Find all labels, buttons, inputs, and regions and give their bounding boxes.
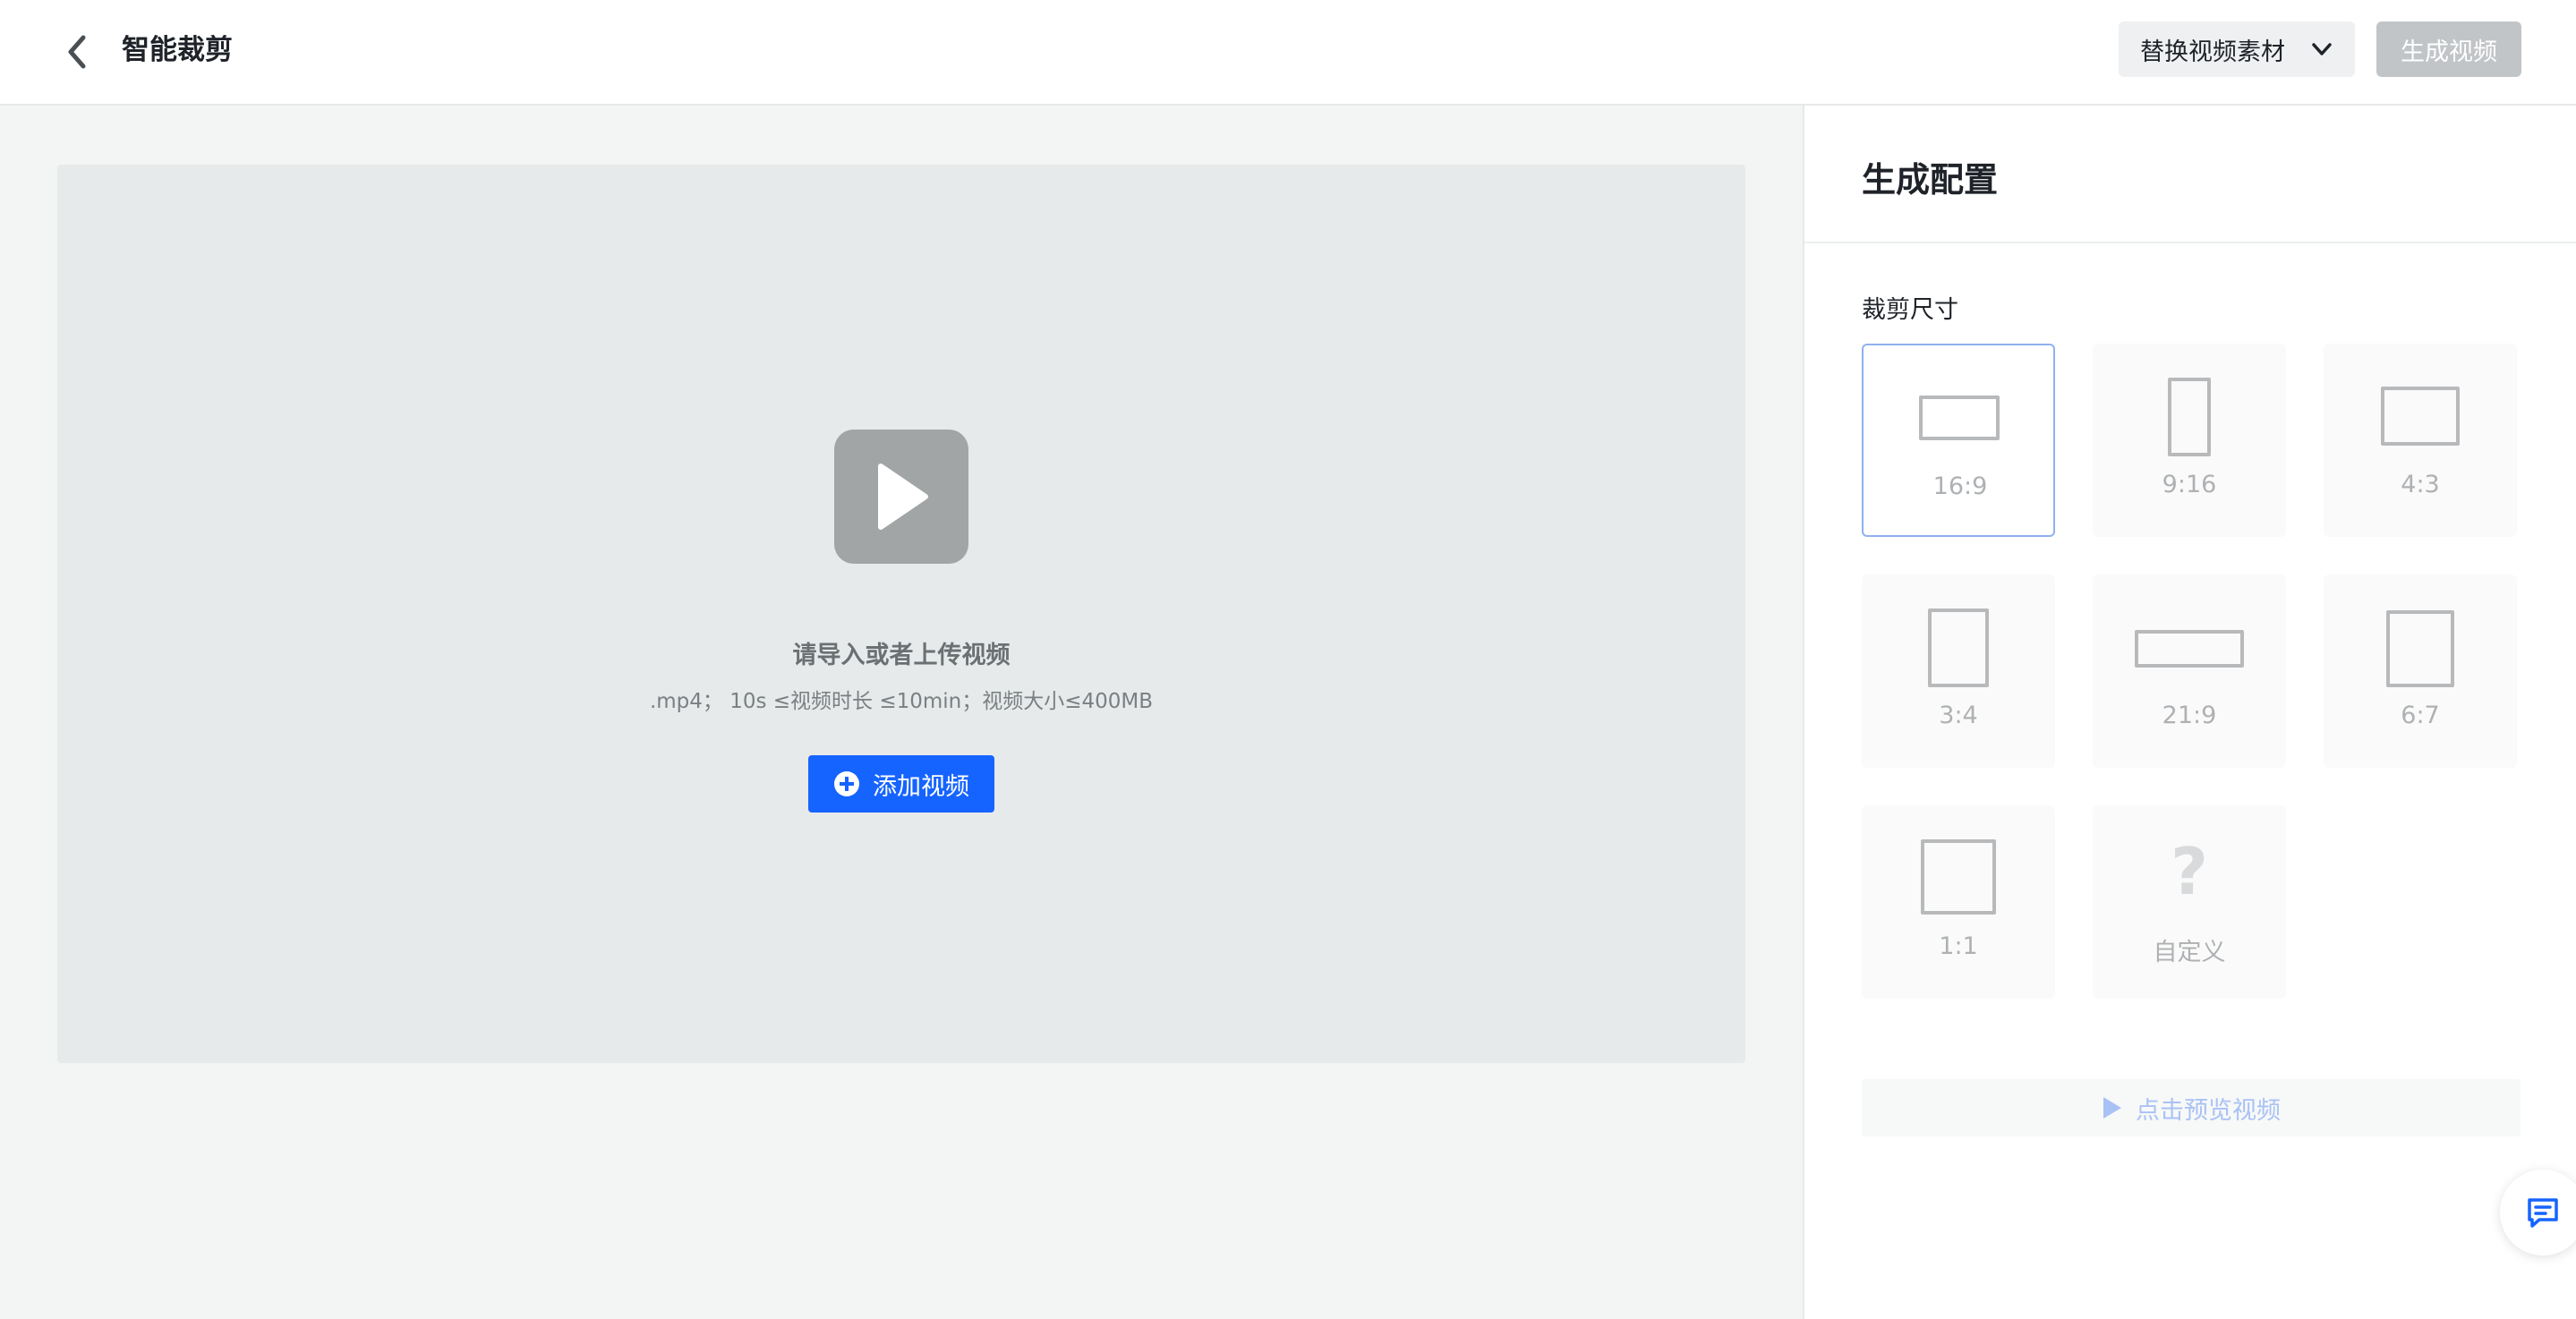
ratio-option-3-4[interactable]: 3:4 xyxy=(1862,574,2055,768)
video-placeholder xyxy=(834,430,968,564)
play-icon xyxy=(878,464,928,530)
add-video-button[interactable]: 添加视频 xyxy=(808,755,994,813)
config-panel-title: 生成配置 xyxy=(1862,160,1999,200)
ratio-9-16-shape-icon xyxy=(2168,378,2211,456)
ratio-option-1-1[interactable]: 1:1 xyxy=(1862,805,2055,999)
upload-prompt-title: 请导入或者上传视频 xyxy=(792,642,1011,669)
replace-material-dropdown[interactable]: 替换视频素材 xyxy=(2119,21,2355,77)
chevron-down-icon xyxy=(2312,43,2332,55)
question-icon: ? xyxy=(2171,834,2208,909)
plus-circle-icon xyxy=(834,771,859,796)
ratio-label: 9:16 xyxy=(2162,471,2217,498)
ratio-option-9-16[interactable]: 9:16 xyxy=(2093,344,2286,537)
ratio-option-16-9[interactable]: 16:9 xyxy=(1862,344,2055,537)
feedback-button[interactable] xyxy=(2500,1170,2576,1255)
ratio-label: 4:3 xyxy=(2401,471,2440,498)
config-panel: 生成配置 裁剪尺寸 16:9 9:16 4:3 3:4 21:9 6:7 1:1… xyxy=(1803,106,2576,1319)
ratio-label: 6:7 xyxy=(2401,702,2440,729)
ratio-16-9-shape-icon xyxy=(1919,396,2000,440)
preview-video-button[interactable]: 点击预览视频 xyxy=(1862,1079,2521,1136)
generate-video-button[interactable]: 生成视频 xyxy=(2376,21,2521,77)
play-triangle-icon xyxy=(2103,1097,2121,1119)
ratio-3-4-shape-icon xyxy=(1928,608,1989,687)
top-bar: 智能裁剪 替换视频素材 生成视频 xyxy=(0,0,2576,106)
ratio-label: 自定义 xyxy=(2153,939,2226,966)
ratio-21-9-shape-icon xyxy=(2135,630,2244,668)
config-panel-header: 生成配置 xyxy=(1804,106,2576,243)
replace-material-label: 替换视频素材 xyxy=(2140,38,2285,66)
chevron-left-icon xyxy=(68,35,86,69)
ratio-label: 3:4 xyxy=(1939,702,1978,729)
page-title: 智能裁剪 xyxy=(122,34,233,66)
add-video-label: 添加视频 xyxy=(873,772,969,801)
ratio-1-1-shape-icon xyxy=(1921,839,1996,915)
video-preview-area: 请导入或者上传视频 .mp4； 10s ≤视频时长 ≤10min；视频大小≤40… xyxy=(57,165,1745,1063)
preview-video-label: 点击预览视频 xyxy=(2136,1096,2281,1125)
ratio-4-3-shape-icon xyxy=(2381,387,2460,446)
crop-size-label: 裁剪尺寸 xyxy=(1862,296,1958,324)
ratio-option-21-9[interactable]: 21:9 xyxy=(2093,574,2286,768)
ratio-option-4-3[interactable]: 4:3 xyxy=(2324,344,2517,537)
ratio-option-6-7[interactable]: 6:7 xyxy=(2324,574,2517,768)
back-button[interactable] xyxy=(55,30,98,73)
ratio-label: 16:9 xyxy=(1932,472,1988,500)
upload-requirements-hint: .mp4； 10s ≤视频时长 ≤10min；视频大小≤400MB xyxy=(649,690,1154,713)
ratio-option-custom[interactable]: ? 自定义 xyxy=(2093,805,2286,999)
ratio-6-7-shape-icon xyxy=(2386,610,2454,687)
ratio-label: 1:1 xyxy=(1939,932,1978,960)
ratio-label: 21:9 xyxy=(2162,702,2217,729)
feedback-icon xyxy=(2528,1198,2558,1228)
